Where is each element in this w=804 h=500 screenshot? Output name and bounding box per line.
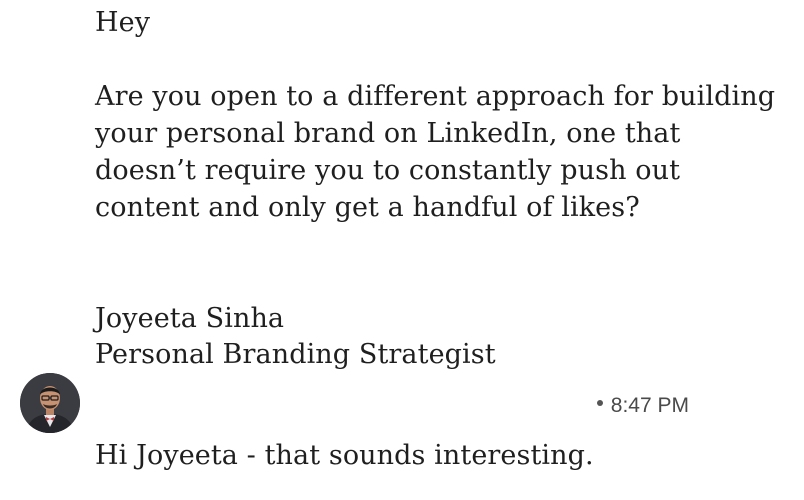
sender-avatar[interactable] — [20, 373, 80, 433]
person-avatar-icon — [20, 373, 80, 433]
message-timestamp: 8:47 PM — [596, 394, 689, 418]
timestamp-text: 8:47 PM — [610, 394, 689, 417]
message-thread: Hey Are you open to a different approach… — [0, 0, 804, 500]
reply-message: Hi Joyeeta - that sounds interesting. — [95, 440, 594, 471]
message-body: Are you open to a different approach for… — [95, 81, 776, 223]
signature-name: Joyeeta Sinha — [95, 303, 285, 334]
signature-title: Personal Branding Strategist — [95, 339, 496, 370]
bullet-dot-icon — [596, 400, 603, 407]
message-greeting: Hey — [95, 7, 151, 38]
